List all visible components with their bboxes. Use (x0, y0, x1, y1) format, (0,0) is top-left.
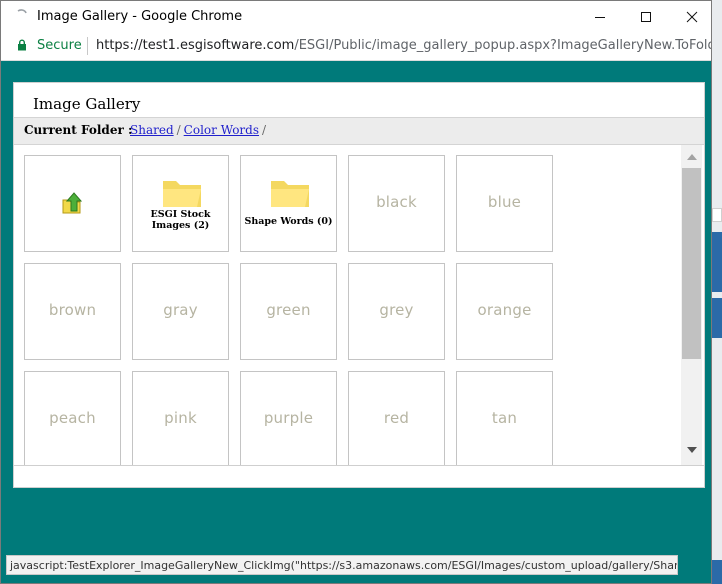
tile-image[interactable]: grey (348, 263, 445, 360)
tile-image[interactable]: blue (456, 155, 553, 252)
tile-image[interactable]: red (348, 371, 445, 465)
background-element (712, 298, 722, 338)
current-folder-bar: Current Folder : Shared / Color Words / (14, 117, 704, 145)
window-title: Image Gallery - Google Chrome (37, 9, 243, 24)
word-image: blue (487, 193, 522, 211)
folder-label: Shape Words (0) (244, 216, 333, 227)
tile-up-folder[interactable] (24, 155, 121, 252)
maximize-icon (641, 11, 651, 22)
tile-image[interactable]: brown (24, 263, 121, 360)
chrome-popup-window: Image Gallery - Google Chrome Secure htt… (0, 0, 712, 584)
tile-image[interactable]: tan (456, 371, 553, 465)
tile-image[interactable]: peach (24, 371, 121, 465)
page-viewport: Image Gallery Current Folder : Shared / Co… (1, 61, 711, 583)
word-image: gray (163, 301, 198, 319)
current-folder-label: Current Folder : (24, 123, 133, 137)
vertical-scrollbar[interactable] (681, 145, 702, 465)
word-image: tan (491, 409, 518, 427)
background-element (712, 560, 722, 584)
background-element (712, 232, 722, 292)
word-image: orange (477, 301, 532, 319)
lock-icon (18, 39, 26, 51)
minimize-button[interactable] (577, 1, 623, 32)
scroll-down-arrow-icon[interactable] (687, 447, 697, 453)
panel-title: Image Gallery (33, 95, 141, 113)
folder-up-icon (62, 192, 83, 214)
tile-image[interactable]: gray (132, 263, 229, 360)
breadcrumb-link-color-words[interactable]: Color Words (184, 123, 259, 137)
image-gallery-panel: Image Gallery Current Folder : Shared / Co… (13, 82, 705, 488)
breadcrumb-separator: / (262, 123, 267, 137)
minimize-icon (595, 16, 605, 18)
breadcrumb-link-shared[interactable]: Shared (130, 123, 174, 137)
folder-icon (271, 181, 309, 207)
word-image: brown (48, 301, 97, 319)
url-path: /ESGI/Public/image_gallery_popup.aspx?Im… (294, 38, 712, 53)
status-bubble: javascript:TestExplorer_ImageGalleryNew_… (6, 555, 678, 575)
word-image: red (383, 409, 410, 427)
tile-image[interactable]: black (348, 155, 445, 252)
word-image: green (266, 301, 311, 319)
scroll-up-arrow-icon[interactable] (687, 154, 697, 160)
tile-image[interactable]: orange (456, 263, 553, 360)
url-host: https://test1.esgisoftware.com (96, 38, 295, 53)
title-bar[interactable]: Image Gallery - Google Chrome (1, 1, 711, 32)
tile-image[interactable]: green (240, 263, 337, 360)
word-image: peach (49, 409, 96, 427)
url-text[interactable]: https://test1.esgisoftware.com/ESGI/Publ… (96, 38, 712, 53)
gallery-grid: ESGI Stock Images (2) Shape Words (0) bl… (14, 145, 704, 466)
folder-label: ESGI Stock Images (2) (150, 209, 211, 231)
breadcrumb: Shared / Color Words / (130, 123, 269, 137)
word-image: pink (164, 409, 197, 427)
tile-image[interactable]: purple (240, 371, 337, 465)
folder-icon (163, 181, 201, 207)
page-icon (17, 9, 27, 14)
tile-folder[interactable]: Shape Words (0) (240, 155, 337, 252)
address-divider (87, 37, 88, 55)
word-image: black (376, 193, 417, 211)
background-page-edge (712, 0, 722, 584)
close-button[interactable] (669, 1, 711, 32)
tile-folder[interactable]: ESGI Stock Images (2) (132, 155, 229, 252)
scroll-thumb[interactable] (682, 168, 701, 359)
secure-label: Secure (37, 38, 82, 53)
breadcrumb-separator: / (176, 123, 181, 137)
background-element (712, 208, 722, 222)
address-bar[interactable]: Secure https://test1.esgisoftware.com/ES… (1, 32, 711, 61)
close-icon (686, 11, 698, 22)
maximize-button[interactable] (623, 1, 669, 32)
word-image: purple (263, 409, 314, 427)
word-image: grey (379, 301, 414, 319)
tile-image[interactable]: pink (132, 371, 229, 465)
